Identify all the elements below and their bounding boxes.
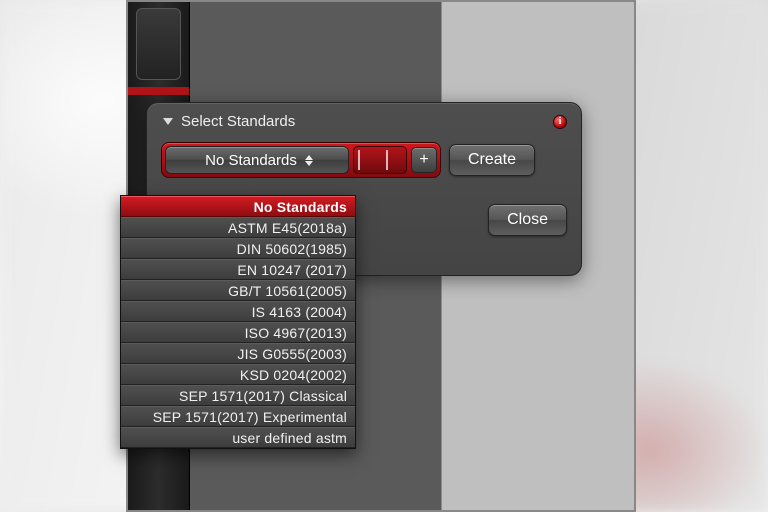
panel-header: Select Standards i bbox=[161, 113, 567, 130]
list-item[interactable]: IS 4163 (2004) bbox=[121, 301, 355, 322]
list-item[interactable]: JIS G0555(2003) bbox=[121, 343, 355, 364]
selection-slot[interactable] bbox=[353, 146, 407, 174]
create-button[interactable]: Create bbox=[449, 144, 535, 176]
list-item[interactable]: EN 10247 (2017) bbox=[121, 259, 355, 280]
standards-dropdown-list[interactable]: No Standards ASTM E45(2018a) DIN 50602(1… bbox=[120, 195, 356, 449]
list-item[interactable]: ASTM E45(2018a) bbox=[121, 217, 355, 238]
info-icon[interactable]: i bbox=[553, 115, 567, 129]
list-item[interactable]: ISO 4967(2013) bbox=[121, 322, 355, 343]
list-item[interactable]: SEP 1571(2017) Classical bbox=[121, 385, 355, 406]
list-item[interactable]: user defined astm bbox=[121, 427, 355, 448]
add-standard-button[interactable]: + bbox=[411, 147, 437, 173]
collapse-triangle-icon[interactable] bbox=[163, 118, 173, 125]
list-item[interactable]: DIN 50602(1985) bbox=[121, 238, 355, 259]
plus-icon: + bbox=[419, 152, 428, 168]
updown-sort-icon bbox=[305, 155, 313, 166]
list-item[interactable]: KSD 0204(2002) bbox=[121, 364, 355, 385]
list-item[interactable]: No Standards bbox=[121, 196, 355, 217]
list-item[interactable]: GB/T 10561(2005) bbox=[121, 280, 355, 301]
list-item[interactable]: SEP 1571(2017) Experimental bbox=[121, 406, 355, 427]
standards-dropdown[interactable]: No Standards bbox=[165, 146, 349, 174]
dropdown-red-container: No Standards + bbox=[161, 142, 441, 178]
panel-title: Select Standards bbox=[181, 113, 295, 130]
dropdown-value: No Standards bbox=[205, 152, 297, 169]
close-button[interactable]: Close bbox=[488, 204, 567, 236]
controls-row: No Standards + Create bbox=[161, 142, 567, 178]
